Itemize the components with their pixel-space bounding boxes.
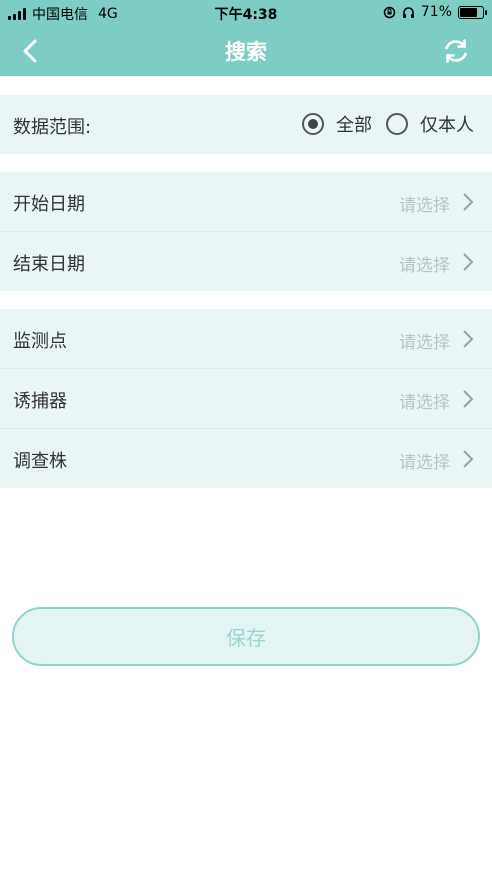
- start-date-label: 开始日期: [13, 194, 85, 215]
- end-date-hint: 请选择: [399, 256, 450, 276]
- survey-plant-hint: 请选择: [399, 453, 450, 473]
- chevron-right-icon: [463, 450, 474, 468]
- monitor-point-row[interactable]: 监测点 请选择: [0, 309, 492, 369]
- page-title: 搜索: [225, 40, 267, 64]
- survey-plant-row[interactable]: 调查株 请选择: [0, 429, 492, 488]
- scope-row: 数据范围: 全部 仅本人: [0, 95, 492, 154]
- save-button[interactable]: 保存: [12, 607, 480, 666]
- scope-section: 数据范围: 全部 仅本人: [0, 95, 492, 154]
- radio-all[interactable]: [302, 113, 324, 135]
- scope-radio-group: 全部 仅本人: [302, 111, 474, 137]
- battery-percent: 71%: [420, 4, 452, 20]
- scope-label: 数据范围:: [13, 117, 92, 138]
- nav-bar: 搜索: [0, 26, 492, 76]
- survey-plant-label: 调查株: [13, 451, 67, 472]
- chevron-right-icon: [463, 253, 474, 271]
- status-right: 71%: [383, 4, 487, 20]
- monitor-point-label: 监测点: [13, 331, 67, 352]
- radio-self[interactable]: [386, 113, 408, 135]
- monitor-point-hint: 请选择: [399, 333, 450, 353]
- fields-section: 监测点 请选择 诱捕器 请选择 调查株 请选择: [0, 309, 492, 488]
- date-section: 开始日期 请选择 结束日期 请选择: [0, 172, 492, 291]
- chevron-right-icon: [463, 330, 474, 348]
- trap-label: 诱捕器: [13, 391, 67, 412]
- chevron-right-icon: [463, 390, 474, 408]
- end-date-label: 结束日期: [13, 254, 85, 275]
- trap-row[interactable]: 诱捕器 请选择: [0, 369, 492, 429]
- radio-all-label[interactable]: 全部: [336, 111, 372, 137]
- status-bar: 中国电信 4G 下午4:38 71%: [0, 0, 492, 26]
- refresh-icon[interactable]: [442, 37, 470, 65]
- headphones-icon: [402, 6, 414, 18]
- end-date-row[interactable]: 结束日期 请选择: [0, 232, 492, 291]
- battery-icon: [458, 5, 487, 19]
- radio-self-label[interactable]: 仅本人: [420, 111, 474, 137]
- trap-hint: 请选择: [399, 393, 450, 413]
- chevron-right-icon: [463, 193, 474, 211]
- start-date-row[interactable]: 开始日期 请选择: [0, 172, 492, 232]
- orientation-lock-icon: [383, 6, 396, 18]
- start-date-hint: 请选择: [399, 196, 450, 216]
